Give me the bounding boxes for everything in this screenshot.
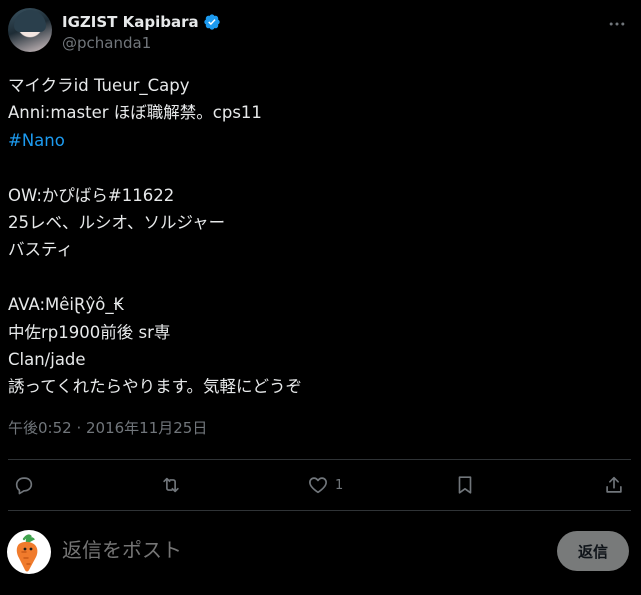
share-action[interactable] [603,474,625,496]
reply-action[interactable] [13,474,41,496]
tweet-line: OW:かぴばら#11622 [8,185,175,205]
reply-button[interactable]: 返信 [557,531,629,571]
tweet-line [8,154,608,181]
divider [8,459,631,460]
like-action[interactable]: 1 [307,474,343,496]
author-handle[interactable]: @pchanda1 [62,34,151,52]
author-name-row: IGZIST Kapibara [62,11,221,33]
tweet-line [8,264,608,291]
tweet-line: バスティ [8,240,74,260]
bookmark-action[interactable] [454,474,482,496]
heart-icon [309,477,327,494]
tweet-line: 25レベ、ルシオ、ソルジャー [8,212,226,232]
more-dots-icon[interactable] [607,14,627,34]
verified-badge-icon [203,14,220,30]
reply-bubble-icon [15,477,33,495]
like-count: 1 [335,477,344,493]
hashtag-link[interactable]: #Nano [8,127,608,154]
share-icon [606,476,622,493]
author-display-name[interactable]: IGZIST Kapibara [62,13,199,31]
author-avatar[interactable] [8,8,52,52]
current-user-avatar[interactable] [7,530,51,574]
tweet-text: マイクラid Tueur_Capy Anni:master ほぼ職解禁。cps1… [8,72,608,401]
bookmark-icon [458,476,472,494]
tweet-line: AVA:MêiⱤŷô_₭ [8,295,125,315]
tweet-line: Anni:master ほぼ職解禁。cps11 [8,103,262,123]
action-bar: 1 [0,470,641,502]
divider [8,510,631,511]
tweet-timestamp[interactable]: 午後0:52 · 2016年11月25日 [8,417,207,438]
tweet-line: 誘ってくれたらやります。気軽にどうぞ [8,377,303,397]
retweet-action[interactable] [160,474,188,496]
retweet-icon [163,477,179,493]
reply-input[interactable] [62,538,462,562]
tweet-line: マイクラid Tueur_Capy [8,76,190,95]
tweet-line: 中佐rp1900前後 sr専 [8,322,171,342]
tweet-line: Clan/jade [8,349,86,369]
carrot-icon [16,534,38,572]
